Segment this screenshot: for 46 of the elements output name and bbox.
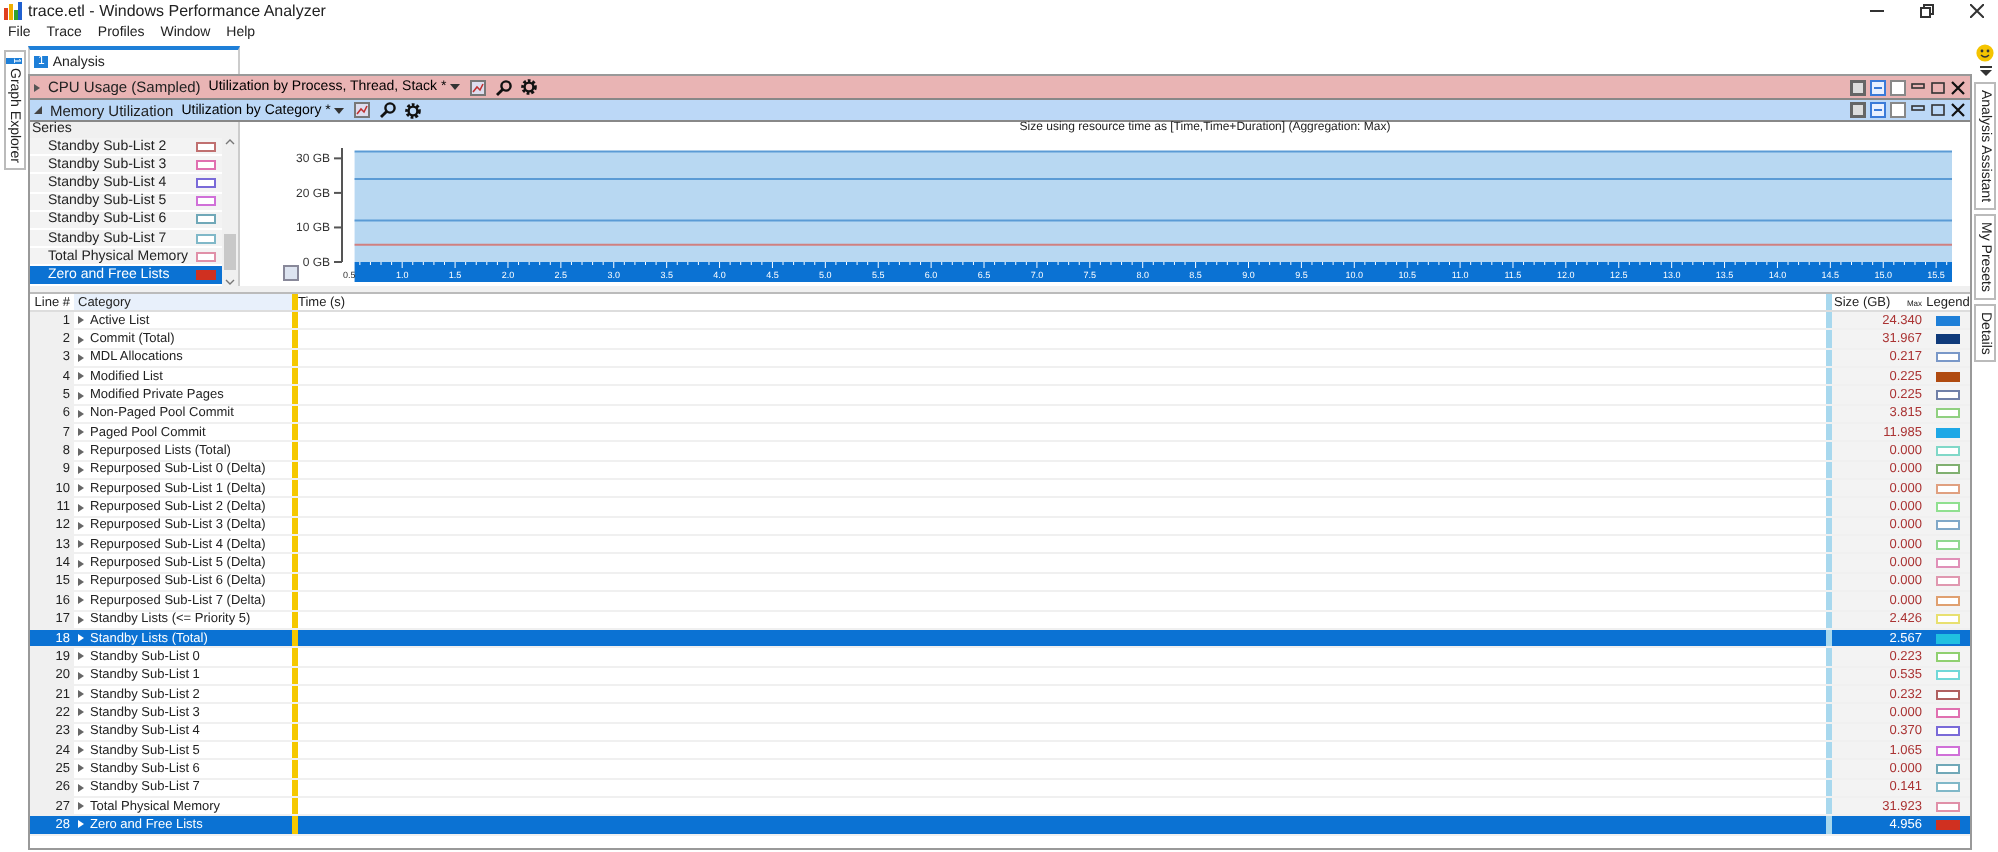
close-button[interactable] xyxy=(1948,101,1966,119)
scroll-thumb[interactable] xyxy=(224,234,236,270)
search-icon xyxy=(495,79,512,95)
expand-icon[interactable] xyxy=(78,540,84,549)
close-button[interactable] xyxy=(1948,78,1966,96)
scrollbar[interactable] xyxy=(222,138,238,286)
expand-icon[interactable] xyxy=(78,316,84,325)
settings-icon xyxy=(404,101,423,119)
restore-icon xyxy=(1919,4,1933,18)
expand-icon[interactable] xyxy=(78,484,84,493)
app-icon xyxy=(4,2,22,20)
expand-icon[interactable] xyxy=(78,428,84,437)
close-icon xyxy=(1949,79,1965,95)
expand-icon[interactable] xyxy=(78,596,84,605)
y-axis xyxy=(333,147,343,263)
expand-icon[interactable] xyxy=(34,83,40,91)
maximize-button[interactable] xyxy=(1928,101,1946,119)
graph-table-icon xyxy=(1869,79,1885,95)
caret-icon xyxy=(334,107,345,113)
search-button[interactable] xyxy=(494,78,513,96)
caret-icon xyxy=(450,84,461,90)
expand-icon[interactable] xyxy=(78,372,84,381)
expand-icon[interactable] xyxy=(78,671,84,680)
graph-table-icon xyxy=(1869,102,1885,118)
window-title: trace.etl - Windows Performance Analyzer xyxy=(28,2,326,20)
expand-icon[interactable] xyxy=(78,615,84,624)
scroll-down-icon[interactable] xyxy=(224,278,236,286)
settings-button[interactable] xyxy=(520,78,539,96)
close-icon xyxy=(1969,4,1983,18)
expand-icon[interactable] xyxy=(78,783,84,792)
table-button[interactable] xyxy=(1888,101,1906,119)
search-icon xyxy=(379,102,396,118)
scroll-up-icon[interactable] xyxy=(224,138,236,146)
collapse-icon[interactable] xyxy=(34,106,42,114)
expand-icon[interactable] xyxy=(78,727,84,736)
search-button[interactable] xyxy=(378,101,397,119)
minimize-icon xyxy=(1869,4,1883,18)
dropdown-icon[interactable] xyxy=(1979,66,1991,78)
graph-table-button[interactable] xyxy=(1868,101,1886,119)
maximize-button[interactable] xyxy=(1928,78,1946,96)
smiley-icon[interactable] xyxy=(1976,44,1994,62)
settings-button[interactable] xyxy=(404,101,423,119)
graph-table-button[interactable] xyxy=(1868,78,1886,96)
settings-icon xyxy=(520,78,539,96)
close-icon xyxy=(1949,102,1965,118)
table-button[interactable] xyxy=(1888,78,1906,96)
